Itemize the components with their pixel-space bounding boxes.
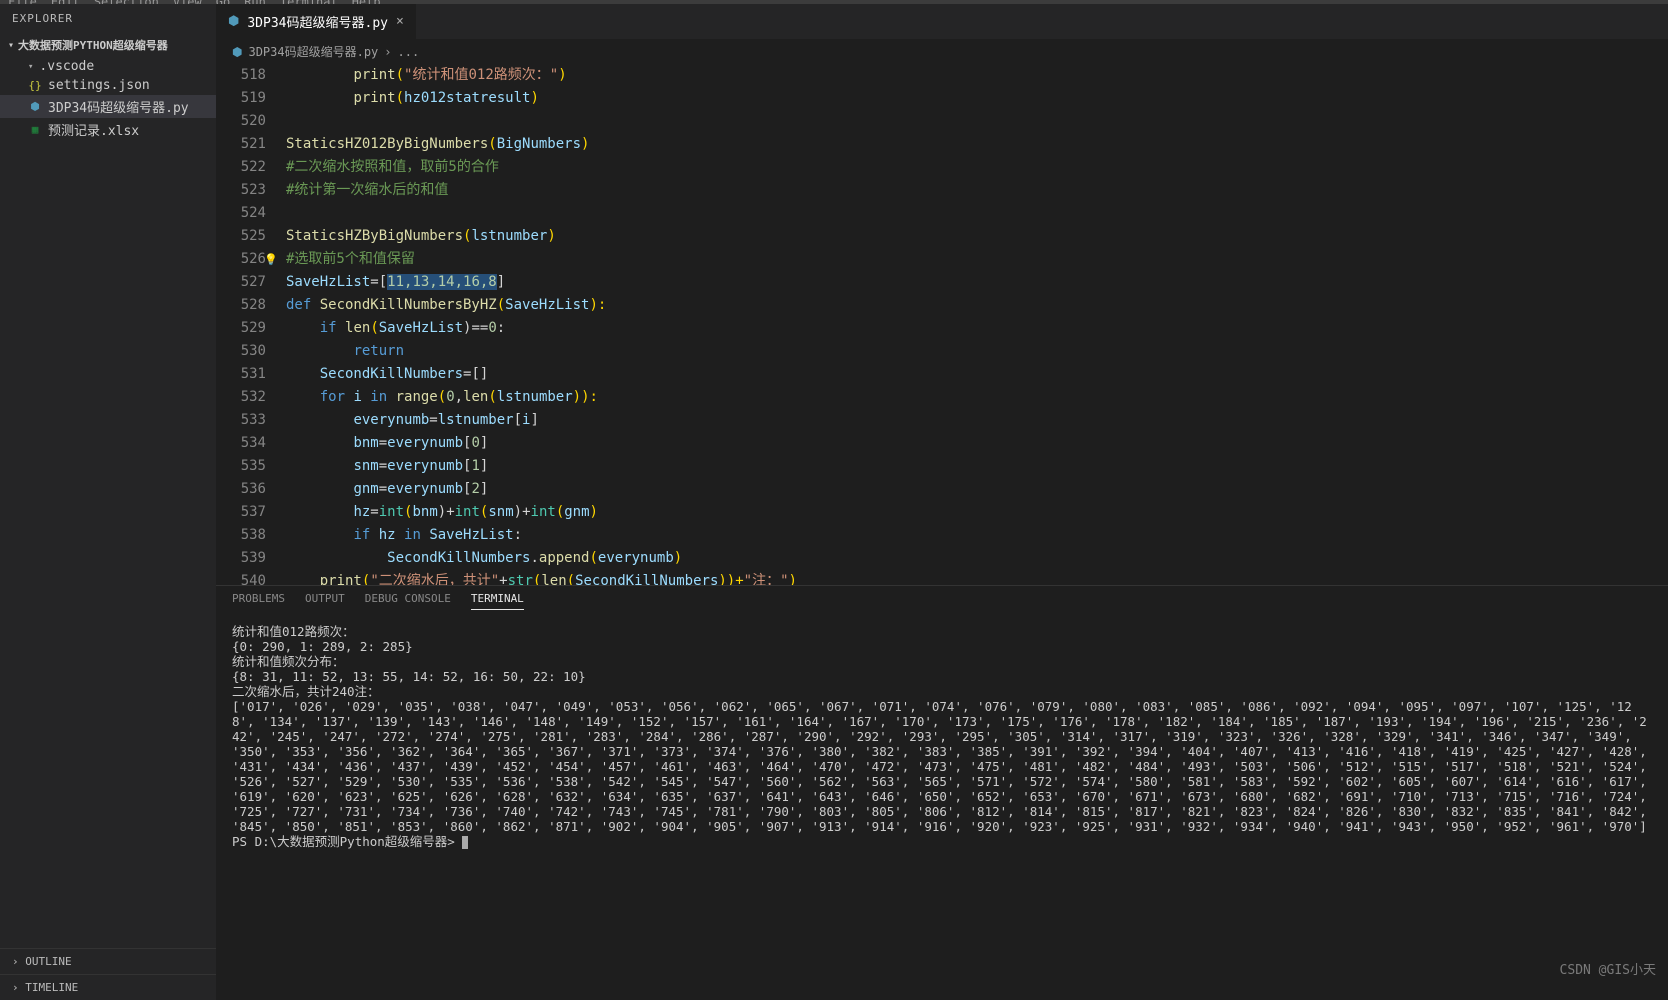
close-icon[interactable]: ×	[396, 14, 404, 29]
timeline-section[interactable]: TIMELINE	[0, 974, 216, 1000]
line-number: 538	[216, 524, 266, 547]
explorer-title: EXPLORER	[0, 4, 216, 33]
panel-tab-output[interactable]: OUTPUT	[305, 592, 345, 610]
code-line[interactable]: print("二次缩水后，共计"+str(len(SecondKillNumbe…	[286, 570, 1668, 585]
code-line[interactable]: SaveHzList=[11,13,14,16,8]	[286, 271, 1668, 294]
code-line[interactable]: for i in range(0,len(lstnumber)):	[286, 386, 1668, 409]
panel-tab-debug-console[interactable]: DEBUG CONSOLE	[365, 592, 451, 610]
watermark: CSDN @GIS小天	[1560, 959, 1656, 978]
code-line[interactable]: everynumb=lstnumber[i]	[286, 409, 1668, 432]
editor-tabs: ⬢ 3DP34码超级缩号器.py ×	[216, 4, 1668, 39]
line-number: 522	[216, 156, 266, 179]
outline-section[interactable]: OUTLINE	[0, 948, 216, 974]
code-line[interactable]: print(hz012statresult)	[286, 87, 1668, 110]
line-number: 530	[216, 340, 266, 363]
code-line[interactable]: StaticsHZ012ByBigNumbers(BigNumbers)	[286, 133, 1668, 156]
tab-active[interactable]: ⬢ 3DP34码超级缩号器.py ×	[216, 4, 417, 39]
code-line[interactable]: print("统计和值012路频次：")	[286, 64, 1668, 87]
line-number: 518	[216, 64, 266, 87]
code-editor[interactable]: 5185195205215225235245255265275285295305…	[216, 64, 1668, 585]
line-number: 540	[216, 570, 266, 585]
code-line[interactable]: def SecondKillNumbersByHZ(SaveHzList):	[286, 294, 1668, 317]
code-line[interactable]: #二次缩水按照和值，取前5的合作	[286, 156, 1668, 179]
line-number: 533	[216, 409, 266, 432]
line-number: 526	[216, 248, 266, 271]
line-number: 531	[216, 363, 266, 386]
code-line[interactable]: #选取前5个和值保留	[286, 248, 1668, 271]
python-icon: ⬢	[228, 14, 239, 29]
file-settings.json[interactable]: {}settings.json	[0, 76, 216, 95]
line-number: 523	[216, 179, 266, 202]
tab-label: 3DP34码超级缩号器.py	[247, 12, 388, 31]
file-3DP34码超级缩号器.py[interactable]: ⬢3DP34码超级缩号器.py	[0, 95, 216, 118]
line-number: 532	[216, 386, 266, 409]
line-number: 529	[216, 317, 266, 340]
code-line[interactable]: if hz in SaveHzList:	[286, 524, 1668, 547]
code-line[interactable]: SecondKillNumbers=[]	[286, 363, 1668, 386]
panel-tab-terminal[interactable]: TERMINAL	[471, 592, 524, 610]
line-number: 528	[216, 294, 266, 317]
code-line[interactable]: #统计第一次缩水后的和值	[286, 179, 1668, 202]
code-line[interactable]: hz=int(bnm)+int(snm)+int(gnm)	[286, 501, 1668, 524]
code-line[interactable]: gnm=everynumb[2]	[286, 478, 1668, 501]
line-number: 537	[216, 501, 266, 524]
code-line[interactable]: StaticsHZByBigNumbers(lstnumber)	[286, 225, 1668, 248]
code-line[interactable]: return	[286, 340, 1668, 363]
panel-tabs: PROBLEMS OUTPUT DEBUG CONSOLE TERMINAL	[216, 586, 1668, 616]
line-number: 521	[216, 133, 266, 156]
file-预测记录.xlsx[interactable]: ▦预测记录.xlsx	[0, 118, 216, 141]
line-number: 519	[216, 87, 266, 110]
py-icon: ⬢	[28, 100, 42, 114]
code-line[interactable]: bnm=everynumb[0]	[286, 432, 1668, 455]
line-number: 534	[216, 432, 266, 455]
line-number: 525	[216, 225, 266, 248]
xlsx-icon: ▦	[28, 123, 42, 137]
code-line[interactable]	[286, 110, 1668, 133]
code-line[interactable]: if len(SaveHzList)==0:	[286, 317, 1668, 340]
breadcrumb-file: 3DP34码超级缩号器.py	[248, 43, 378, 60]
line-number: 536	[216, 478, 266, 501]
chevron-right-icon: ›	[384, 45, 391, 59]
python-icon: ⬢	[232, 45, 242, 59]
file-.vscode[interactable]: .vscode	[0, 57, 216, 76]
sidebar: EXPLORER 大数据预测PYTHON超级缩号器 .vscode{}setti…	[0, 4, 216, 1000]
code-line[interactable]: snm=everynumb[1]	[286, 455, 1668, 478]
bottom-panel: PROBLEMS OUTPUT DEBUG CONSOLE TERMINAL 统计和值…	[216, 585, 1668, 1000]
json-icon: {}	[28, 79, 42, 93]
breadcrumb[interactable]: ⬢ 3DP34码超级缩号器.py › ...	[216, 39, 1668, 64]
terminal-output[interactable]: 统计和值012路频次：{0: 290, 1: 289, 2: 285}统计和值频…	[216, 616, 1668, 1000]
line-number: 520	[216, 110, 266, 133]
code-line[interactable]	[286, 202, 1668, 225]
line-number: 539	[216, 547, 266, 570]
code-line[interactable]: SecondKillNumbers.append(everynumb)	[286, 547, 1668, 570]
line-number: 535	[216, 455, 266, 478]
project-root[interactable]: 大数据预测PYTHON超级缩号器	[0, 33, 216, 57]
breadcrumb-rest: ...	[398, 45, 420, 59]
panel-tab-problems[interactable]: PROBLEMS	[232, 592, 285, 610]
line-number: 524	[216, 202, 266, 225]
line-number: 527	[216, 271, 266, 294]
